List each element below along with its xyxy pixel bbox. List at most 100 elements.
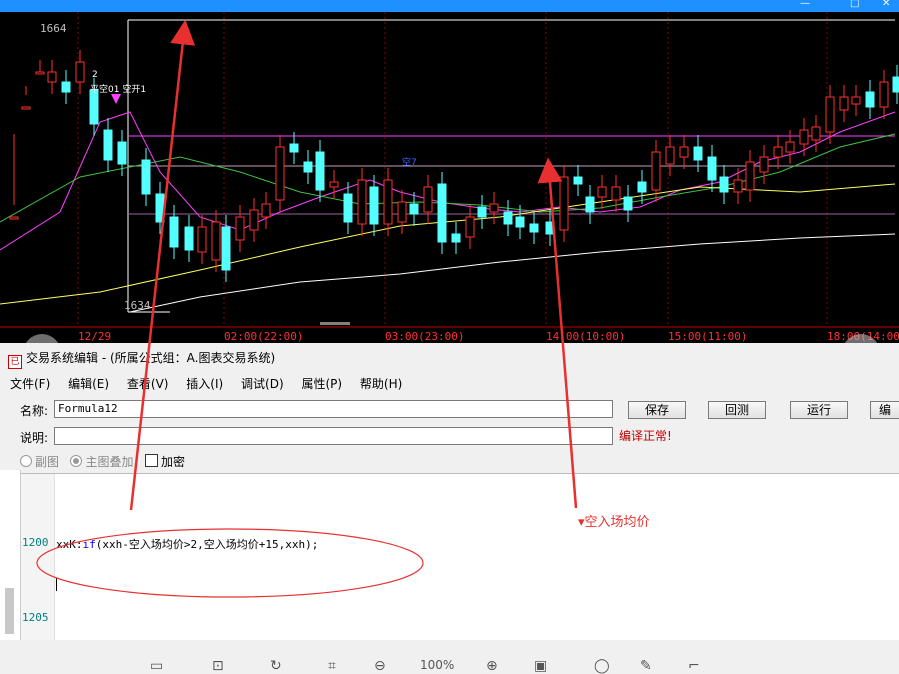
candle-body bbox=[383, 179, 393, 225]
menu-help[interactable]: 帮助(H) bbox=[360, 377, 402, 391]
description-label: 说明: bbox=[20, 431, 49, 445]
menu-view[interactable]: 查看(V) bbox=[127, 377, 169, 391]
code-editor[interactable]: 1200 1205 xxK:if(xxh-空入场均价>2,空入场均价+15,xx… bbox=[20, 473, 899, 641]
candle-body bbox=[477, 206, 487, 218]
candle-body bbox=[545, 221, 555, 235]
menu-properties[interactable]: 属性(P) bbox=[301, 377, 342, 391]
edit-icon[interactable]: ✎ bbox=[640, 658, 652, 674]
menu-debug[interactable]: 调试(D) bbox=[241, 377, 284, 391]
candle-body bbox=[623, 196, 633, 211]
candle-body bbox=[75, 61, 85, 83]
candle-body bbox=[707, 156, 717, 181]
encrypt-label: 加密 bbox=[160, 455, 185, 469]
menu-edit[interactable]: 编辑(E) bbox=[68, 377, 109, 391]
candle-body bbox=[235, 216, 245, 241]
candle-body bbox=[559, 176, 569, 231]
candle-body bbox=[745, 161, 755, 191]
editor-title: 已交易系统编辑 - (所属公式组：A.图表交易系统) bbox=[8, 349, 275, 369]
candle-body bbox=[811, 126, 821, 141]
chart-canvas bbox=[0, 12, 899, 328]
editor-title-text: 交易系统编辑 - (所属公式组：A.图表交易系统) bbox=[26, 351, 276, 365]
candle-body bbox=[21, 106, 31, 110]
candle-body bbox=[343, 193, 353, 223]
scrollbar-thumb[interactable] bbox=[5, 588, 14, 634]
code-line[interactable]: xxK:if(xxh-空入场均价>2,空入场均价+15,xxh); bbox=[56, 536, 318, 552]
price-low-label: 1634 bbox=[124, 299, 151, 312]
annotation-label-text: 空入场均价 bbox=[584, 515, 650, 530]
rotate-icon[interactable]: ↻ bbox=[270, 658, 282, 674]
candle-body bbox=[573, 176, 583, 185]
candle-body bbox=[275, 146, 285, 201]
app-icon: 已 bbox=[8, 355, 22, 369]
chart-scroll-indicator bbox=[320, 322, 350, 325]
candle-body bbox=[249, 209, 259, 231]
candle-body bbox=[651, 151, 661, 191]
window-icon[interactable]: ▭ bbox=[150, 658, 163, 674]
candle-body bbox=[315, 151, 325, 191]
candle-body bbox=[303, 161, 313, 173]
minimize-icon[interactable]: — bbox=[800, 0, 810, 9]
candle-body bbox=[141, 159, 151, 195]
candle-body bbox=[47, 71, 57, 83]
candle-body bbox=[637, 181, 647, 193]
candle-body bbox=[369, 186, 379, 225]
options-row: 副图 主图叠加 加密 bbox=[20, 453, 185, 470]
zoom-in-icon[interactable]: ⊕ bbox=[486, 658, 498, 674]
candle-body bbox=[451, 233, 461, 243]
code-keyword: if bbox=[82, 538, 96, 551]
time-label: 12/29 bbox=[78, 330, 112, 343]
crop-icon[interactable]: ⌗ bbox=[328, 658, 336, 674]
name-input[interactable]: Formula12 bbox=[54, 400, 613, 418]
annotate-icon[interactable]: ◯ bbox=[594, 658, 610, 674]
ma-pink-line bbox=[0, 111, 896, 251]
candle-body bbox=[211, 221, 221, 261]
ma-yellow-line bbox=[0, 183, 896, 305]
zoom-out-icon[interactable]: ⊖ bbox=[374, 658, 386, 674]
candle-body bbox=[597, 186, 607, 198]
candle-body bbox=[693, 146, 703, 161]
line-number: 1205 bbox=[22, 611, 49, 624]
compile-status: 编译正常! bbox=[619, 429, 672, 443]
run-button[interactable]: 运行 bbox=[790, 401, 848, 419]
menu-bar: 文件(F) 编辑(E) 查看(V) 插入(I) 调试(D) 属性(P) 帮助(H… bbox=[10, 375, 416, 392]
description-input[interactable] bbox=[54, 427, 613, 445]
candle-body bbox=[184, 226, 194, 251]
encrypt-checkbox[interactable] bbox=[144, 454, 158, 467]
zoom-level: 100% bbox=[420, 658, 455, 672]
kline-chart[interactable]: 1664 1634 平空01 空开1 2 空7 12/29 02:00(22:0… bbox=[0, 12, 899, 343]
candle-body bbox=[155, 193, 165, 223]
candle-body bbox=[89, 89, 99, 125]
viewer-toolbar: ▭ ⊡ ↻ ⌗ ⊖ 100% ⊕ ▣ ◯ ✎ ⌐ bbox=[0, 640, 899, 674]
name-label: 名称: bbox=[20, 404, 49, 418]
candle-body bbox=[437, 183, 447, 243]
fit-icon[interactable]: ⊡ bbox=[212, 658, 224, 674]
mid-signal-label: 空7 bbox=[402, 158, 417, 168]
candle-body bbox=[611, 186, 621, 201]
ma-green-line bbox=[0, 133, 896, 223]
edit-button[interactable]: 编 bbox=[870, 401, 899, 419]
signal-label: 平空01 空开1 bbox=[90, 85, 147, 95]
main-overlay-radio[interactable] bbox=[70, 455, 83, 467]
candle-body bbox=[825, 96, 835, 133]
candle-body bbox=[9, 216, 19, 220]
candle-body bbox=[892, 76, 899, 93]
candle-body bbox=[785, 141, 795, 153]
candle-body bbox=[679, 146, 689, 158]
subchart-radio[interactable] bbox=[20, 455, 32, 467]
window-title-bar: — □ ✕ bbox=[0, 0, 899, 12]
menu-file[interactable]: 文件(F) bbox=[10, 377, 50, 391]
candle-body bbox=[851, 96, 861, 105]
candle-body bbox=[397, 201, 407, 223]
crop-tool-icon[interactable]: ⌐ bbox=[688, 658, 700, 674]
close-icon[interactable]: ✕ bbox=[882, 0, 890, 9]
original-size-icon[interactable]: ▣ bbox=[534, 658, 547, 674]
candle-body bbox=[503, 211, 513, 225]
candle-body bbox=[529, 223, 539, 233]
maximize-icon[interactable]: □ bbox=[850, 0, 859, 9]
code-prefix: xxK: bbox=[56, 538, 83, 551]
menu-insert[interactable]: 插入(I) bbox=[186, 377, 223, 391]
backtest-button[interactable]: 回测 bbox=[708, 401, 766, 419]
save-button[interactable]: 保存 bbox=[628, 401, 686, 419]
candle-body bbox=[773, 146, 783, 158]
candle-body bbox=[719, 176, 729, 193]
